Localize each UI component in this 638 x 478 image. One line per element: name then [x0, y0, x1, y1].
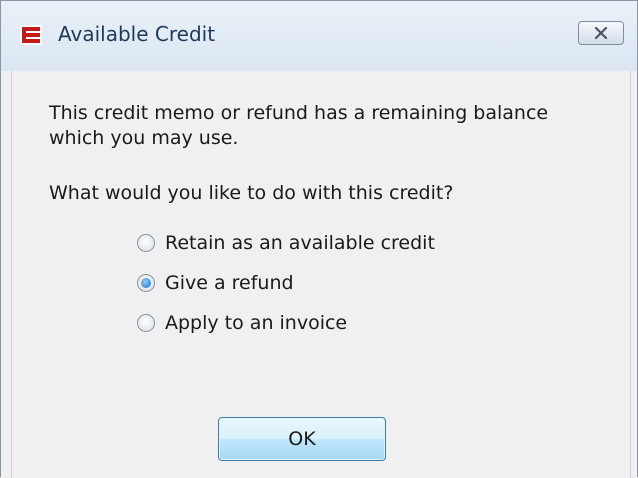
radio-retain-credit[interactable] — [137, 234, 155, 252]
radio-apply-invoice[interactable] — [137, 314, 155, 332]
option-label: Give a refund — [165, 272, 294, 294]
ok-button[interactable]: OK — [218, 417, 386, 461]
option-label: Apply to an invoice — [165, 312, 348, 334]
option-give-refund[interactable]: Give a refund — [137, 268, 294, 298]
app-logo-icon — [20, 25, 42, 45]
balance-message: This credit memo or refund has a remaini… — [49, 102, 549, 149]
dialog-body: This credit memo or refund has a remaini… — [11, 71, 631, 478]
window-title: Available Credit — [58, 22, 216, 46]
available-credit-dialog: Available Credit This credit memo or ref… — [0, 0, 638, 478]
close-button[interactable] — [578, 21, 624, 45]
question-text: What would you like to do with this cred… — [49, 182, 454, 204]
option-retain-credit[interactable]: Retain as an available credit — [137, 228, 435, 258]
option-label: Retain as an available credit — [165, 232, 435, 254]
title-bar[interactable]: Available Credit — [1, 1, 637, 71]
option-apply-invoice[interactable]: Apply to an invoice — [137, 308, 347, 338]
radio-give-refund[interactable] — [137, 274, 155, 292]
close-icon — [594, 24, 608, 43]
